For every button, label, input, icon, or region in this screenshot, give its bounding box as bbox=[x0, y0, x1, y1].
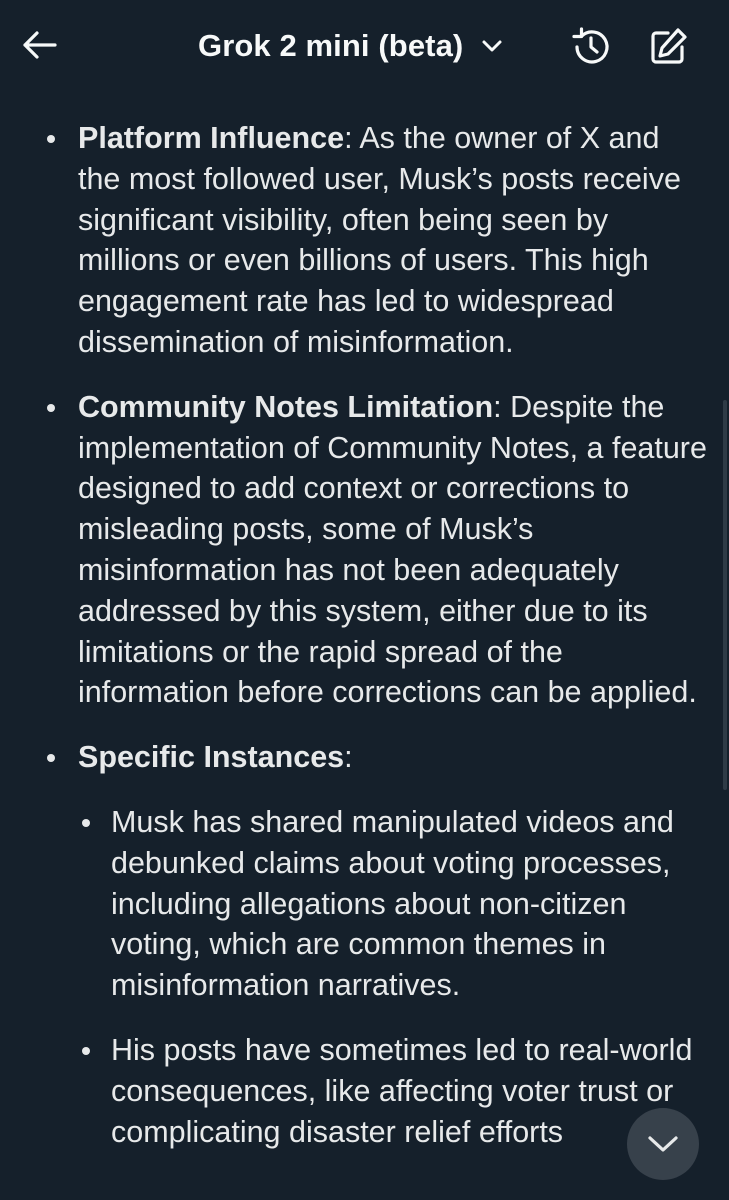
scroll-to-bottom-button[interactable] bbox=[627, 1108, 699, 1180]
item-text: : bbox=[344, 740, 353, 775]
page-title: Grok 2 mini (beta) bbox=[198, 28, 464, 63]
bullet-icon bbox=[47, 135, 55, 143]
scrollbar[interactable] bbox=[723, 400, 727, 790]
nested-bullet-list: Musk has shared manipulated videos and d… bbox=[0, 802, 729, 1152]
bullet-list: Platform Influence: As the owner of X an… bbox=[0, 118, 729, 778]
chevron-down-icon bbox=[648, 1136, 678, 1152]
bullet-icon bbox=[47, 403, 55, 412]
sub-item-text: Musk has shared manipulated videos and d… bbox=[111, 804, 674, 1003]
item-heading: Specific Instances bbox=[78, 740, 345, 775]
sub-list-item: Musk has shared manipulated videos and d… bbox=[0, 802, 729, 1006]
sub-list-item: His posts have sometimes led to real-wor… bbox=[0, 1030, 729, 1152]
item-heading: Community Notes Limitation bbox=[78, 389, 494, 424]
new-chat-button[interactable] bbox=[643, 24, 693, 70]
list-item: Community Notes Limitation: Despite the … bbox=[0, 387, 729, 713]
bullet-icon bbox=[47, 754, 55, 763]
list-item: Platform Influence: As the owner of X an… bbox=[0, 118, 729, 363]
bullet-icon bbox=[82, 1046, 90, 1055]
bullet-icon bbox=[82, 818, 90, 827]
item-heading: Platform Influence bbox=[78, 121, 345, 155]
list-item: Specific Instances: bbox=[0, 737, 729, 778]
history-icon bbox=[572, 27, 609, 64]
arrow-left-icon bbox=[23, 31, 57, 59]
item-text: : As the owner of X and the most followe… bbox=[78, 121, 681, 359]
chevron-down-icon bbox=[479, 33, 505, 59]
compose-icon bbox=[651, 28, 687, 64]
response-body: Platform Influence: As the owner of X an… bbox=[0, 118, 729, 1176]
sub-item-text: His posts have sometimes led to real-wor… bbox=[111, 1032, 693, 1149]
top-bar: Grok 2 mini (beta) bbox=[0, 0, 729, 96]
model-selector[interactable]: Grok 2 mini (beta) bbox=[198, 24, 505, 68]
back-button[interactable] bbox=[16, 22, 62, 68]
history-button[interactable] bbox=[566, 24, 616, 70]
item-text: : Despite the implementation of Communit… bbox=[78, 389, 707, 710]
